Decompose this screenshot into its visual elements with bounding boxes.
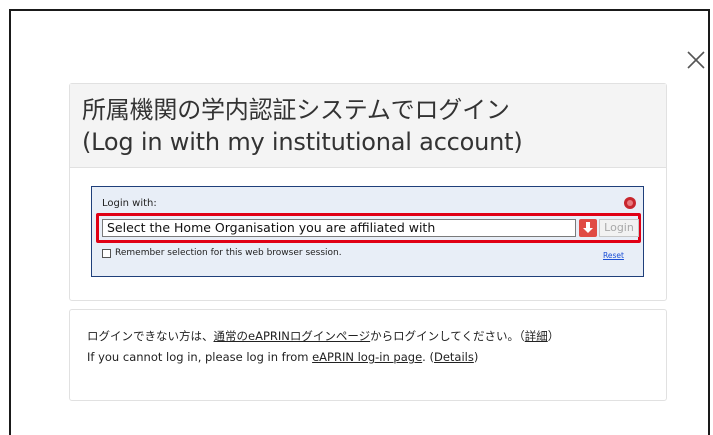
login-page-link-en[interactable]: eAPRIN log-in page — [312, 350, 422, 364]
help-en-prefix: If you cannot log in, please log in from — [87, 350, 313, 364]
remember-label: Remember selection for this web browser … — [115, 248, 342, 258]
login-button[interactable]: Login — [599, 219, 639, 237]
details-link-jp[interactable]: 詳細 — [525, 329, 548, 343]
highlight-frame: Select the Home Organisation you are aff… — [96, 213, 641, 243]
login-card: 所属機関の学内認証システムでログイン (Log in with my insti… — [69, 83, 667, 301]
help-jp-prefix: ログインできない方は、 — [87, 329, 214, 343]
help-en-middle: . ( — [422, 350, 434, 364]
login-modal: 所属機関の学内認証システムでログイン (Log in with my insti… — [9, 9, 710, 435]
details-link-en[interactable]: Details — [434, 350, 474, 364]
organisation-select[interactable]: Select the Home Organisation you are aff… — [102, 219, 576, 237]
page: 所属機関の学内認証システムでログイン (Log in with my insti… — [0, 0, 713, 435]
wayf-box: Login with: Select the Home Organisation… — [91, 186, 644, 277]
dialog-title-en: (Log in with my institutional account) — [82, 128, 523, 156]
login-with-label: Login with: — [102, 198, 157, 209]
help-card: ログインできない方は、通常のeAPRINログインページからログインしてください。… — [69, 309, 667, 401]
dialog-title-jp: 所属機関の学内認証システムでログイン — [82, 96, 510, 124]
close-icon[interactable] — [681, 45, 711, 75]
remember-checkbox[interactable] — [102, 248, 111, 258]
help-text-en: If you cannot log in, please log in from… — [87, 349, 478, 365]
help-jp-middle: からログインしてください。（ — [370, 329, 525, 343]
reset-link[interactable]: Reset — [603, 251, 624, 260]
help-text-jp: ログインできない方は、通常のeAPRINログインページからログインしてください。… — [87, 328, 559, 344]
dropdown-arrow-icon[interactable] — [579, 219, 597, 237]
login-card-header: 所属機関の学内認証システムでログイン (Log in with my insti… — [70, 84, 666, 168]
help-en-suffix: ) — [473, 350, 479, 364]
normal-login-page-link-jp[interactable]: 通常のeAPRINログインページ — [214, 329, 371, 343]
remember-selection: Remember selection for this web browser … — [102, 248, 342, 258]
help-jp-suffix: ） — [547, 329, 560, 343]
help-icon[interactable] — [624, 197, 636, 209]
